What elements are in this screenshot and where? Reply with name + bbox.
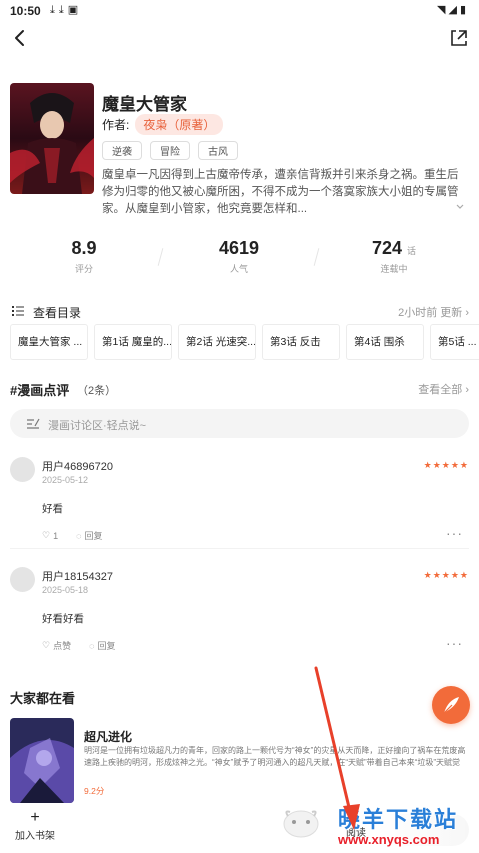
chapter-item[interactable]: 第4话 围杀 (346, 324, 424, 360)
stats-row: 8.9 评分 4619 人气 724 话 连载中 (0, 238, 479, 282)
stat-label: 评分 (74, 264, 93, 274)
review-stars: ★★★★★ (423, 460, 469, 470)
more-icon[interactable]: ··· (446, 635, 463, 651)
divider (10, 548, 469, 549)
review-stars: ★★★★★ (423, 570, 469, 580)
app-icon: ▣ (67, 4, 83, 16)
book-description: 魔皇卓一凡因得到上古魔帝传承，遭亲信背叛并引来杀身之祸。重生后修为归零的他又被心… (102, 169, 459, 215)
catalog-label: 查看目录 (33, 306, 82, 320)
reply-button[interactable]: ◌ 回复 (76, 529, 102, 542)
comment-icon: ◌ (89, 640, 95, 651)
stat-label: 连载中 (380, 264, 408, 274)
chapter-list: 魔皇大管家 ... 第1话 魔皇的... 第2话 光速突... 第3话 反击 第… (10, 324, 479, 360)
add-to-shelf-button[interactable]: + 加入书架 (10, 809, 60, 843)
tag[interactable]: 冒险 (150, 141, 190, 160)
recommend-cover[interactable] (10, 718, 74, 803)
download-icon: ⤓ (58, 4, 68, 16)
view-all-link[interactable]: 查看全部 › (418, 381, 469, 397)
comment-icon: ◌ (76, 530, 82, 541)
reply-button[interactable]: ◌ 回复 (89, 639, 115, 652)
chapter-item[interactable]: 第5话 ... (430, 324, 479, 360)
back-icon[interactable] (8, 26, 32, 50)
status-time: 10:50 (10, 4, 41, 18)
review-text: 好看好看 (42, 613, 84, 625)
catalog-row[interactable]: 查看目录 2小时前 更新 › (10, 304, 469, 320)
reply-label: 回复 (84, 531, 103, 541)
avatar[interactable] (10, 567, 35, 592)
stat-value: 4619 (218, 238, 260, 258)
review-date: 2025-05-12 (42, 475, 89, 485)
review-username[interactable]: 用户46896720 (42, 458, 113, 474)
heart-icon: ♡ (42, 530, 51, 540)
book-cover (10, 83, 94, 194)
stat-value: 8.9 (71, 238, 97, 258)
notification-icons: ⤓⤓▣ (50, 3, 82, 17)
reviews-title: #漫画点评 (10, 383, 70, 398)
feather-icon (442, 697, 459, 715)
recommend-description: 明河是一位拥有垃圾超凡力的青年，回家的路上一颗代号为“神女”的灾星从天而降，正好… (84, 746, 466, 767)
chevron-down-icon[interactable] (455, 203, 465, 211)
section-title: 大家都在看 (10, 691, 76, 706)
recommend-score: 9.2分 (84, 786, 105, 796)
author-name[interactable]: 夜枭（原著） (135, 114, 224, 135)
stat-episodes: 724 话 连载中 (334, 238, 454, 275)
watermark-url: www.xnyqs.com (338, 832, 440, 847)
review-username[interactable]: 用户18154327 (42, 568, 113, 584)
reviews-count: （2条） (77, 385, 117, 397)
reviews-header: #漫画点评 （2条） 查看全部 › (10, 380, 469, 398)
divider (157, 248, 164, 266)
review-date: 2025-05-18 (42, 585, 89, 595)
tag[interactable]: 逆袭 (102, 141, 142, 160)
like-button[interactable]: ♡ 1 (42, 530, 58, 541)
stat-label: 人气 (229, 264, 248, 274)
plus-icon: + (30, 809, 40, 826)
battery-icon: ▮ (459, 4, 469, 16)
download-icon: ⤓ (50, 4, 59, 16)
chapter-item[interactable]: 第2话 光速突... (178, 324, 256, 360)
heart-icon: ♡ (42, 640, 51, 650)
chapter-item[interactable]: 魔皇大管家 ... (10, 324, 88, 360)
review-text: 好看 (42, 503, 63, 515)
watermark: 晓羊下载站 www.xnyqs.com (338, 802, 458, 847)
system-icons: ◥◢▮ (437, 3, 469, 16)
tag-list: 逆袭 冒险 古风 (102, 141, 238, 160)
stat-popularity: 4619 人气 (179, 238, 299, 275)
chapter-item[interactable]: 第1话 魔皇的... (94, 324, 172, 360)
edit-icon (27, 418, 40, 429)
signal-icon: ◢ (448, 4, 460, 16)
author-row: 作者: 夜枭（原著） (102, 114, 224, 135)
book-title: 魔皇大管家 (102, 95, 187, 114)
watermark-logo (283, 810, 319, 838)
chapter-item[interactable]: 第3话 反击 (262, 324, 340, 360)
write-review-button[interactable] (432, 686, 470, 724)
like-button[interactable]: ♡ 点赞 (42, 639, 71, 652)
shelf-label: 加入书架 (15, 831, 55, 842)
catalog-update: 2小时前 更新 › (398, 307, 469, 319)
stat-unit: 话 (407, 246, 417, 256)
reply-label: 回复 (97, 641, 116, 651)
watermark-text: 晓羊下载站 (338, 807, 459, 832)
tag[interactable]: 古风 (198, 141, 238, 160)
avatar[interactable] (10, 457, 35, 482)
divider (313, 248, 320, 266)
author-label: 作者: (102, 118, 130, 132)
stat-rating: 8.9 评分 (24, 238, 144, 275)
wifi-icon: ◥ (437, 4, 449, 16)
comment-placeholder: 漫画讨论区·轻点说~ (48, 420, 147, 432)
review-actions: ♡ 点赞 ◌ 回复 (42, 639, 115, 652)
like-count: 1 (53, 530, 59, 541)
comment-input[interactable]: 漫画讨论区·轻点说~ (10, 409, 469, 438)
more-icon[interactable]: ··· (446, 525, 463, 541)
status-bar: 10:50 ⤓⤓▣ ◥◢▮ (0, 0, 479, 22)
like-label: 点赞 (53, 641, 72, 651)
share-icon[interactable] (449, 28, 469, 48)
review-actions: ♡ 1 ◌ 回复 (42, 529, 102, 542)
list-icon (12, 306, 24, 316)
recommend-title[interactable]: 超凡进化 (84, 728, 132, 745)
stat-value: 724 (371, 238, 402, 258)
